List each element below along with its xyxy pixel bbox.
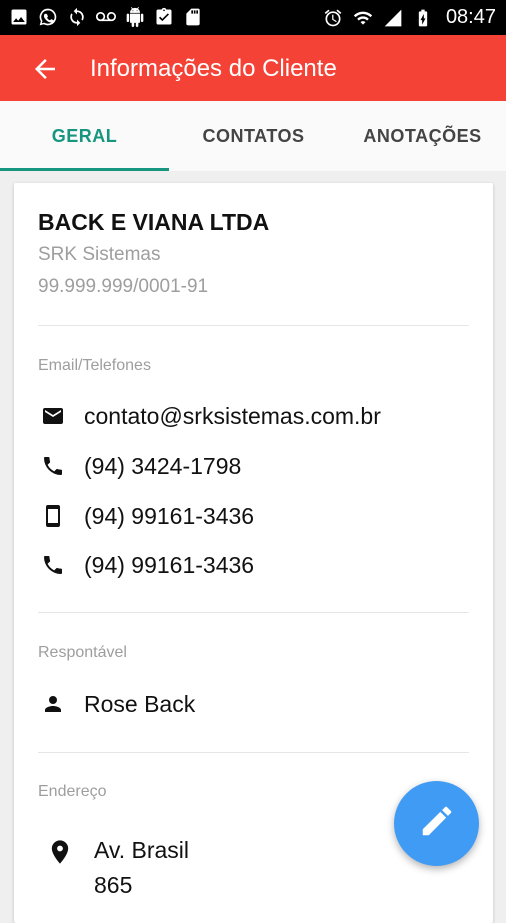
whatsapp-icon bbox=[37, 6, 59, 28]
address-line-1: Av. Brasil bbox=[94, 837, 190, 863]
address-line-2: 865 bbox=[94, 872, 133, 898]
section-label-contacts: Email/Telefones bbox=[38, 357, 151, 374]
tab-anotacoes[interactable]: ANOTAÇÕES bbox=[338, 101, 506, 171]
image-icon bbox=[8, 6, 30, 28]
contact-phone[interactable]: (94) 99161-3436 bbox=[38, 550, 254, 580]
email-icon bbox=[38, 401, 68, 431]
section-label-address: Endereço bbox=[38, 783, 107, 800]
sdcard-icon bbox=[182, 6, 204, 28]
tab-geral[interactable]: GERAL bbox=[0, 101, 169, 171]
contact-value: contato@srksistemas.com.br bbox=[84, 402, 381, 429]
alarm-icon bbox=[322, 7, 344, 29]
app-bar: Informações do Cliente bbox=[0, 35, 506, 101]
status-bar: 08:47 bbox=[0, 0, 506, 35]
tab-contatos[interactable]: CONTATOS bbox=[169, 101, 338, 171]
signal-icon bbox=[382, 7, 404, 29]
client-name: BACK E VIANA LTDA bbox=[38, 209, 270, 235]
client-cnpj: 99.999.999/0001-91 bbox=[38, 276, 209, 297]
client-company: SRK Sistemas bbox=[38, 244, 161, 265]
contact-value: (94) 3424-1798 bbox=[84, 452, 242, 479]
voicemail-icon bbox=[95, 6, 117, 28]
phone-icon bbox=[38, 451, 68, 481]
contact-value: (94) 99161-3436 bbox=[84, 551, 255, 578]
person-icon bbox=[38, 689, 68, 719]
responsible-name: Rose Back bbox=[84, 690, 196, 717]
edit-icon bbox=[418, 802, 456, 845]
divider bbox=[38, 752, 469, 753]
sync-icon bbox=[66, 6, 88, 28]
page-title: Informações do Cliente bbox=[90, 55, 337, 82]
edit-button[interactable] bbox=[394, 781, 479, 866]
battery-charging-icon bbox=[412, 7, 434, 29]
wifi-icon bbox=[352, 7, 374, 29]
tab-indicator bbox=[0, 168, 169, 171]
contact-phone[interactable]: (94) 3424-1798 bbox=[38, 451, 241, 481]
divider bbox=[38, 325, 469, 326]
clock: 08:47 bbox=[445, 6, 496, 28]
section-label-responsible: Respontável bbox=[38, 644, 127, 661]
tab-bar: GERAL CONTATOS ANOTAÇÕES bbox=[0, 101, 506, 171]
clipboard-icon bbox=[153, 6, 175, 28]
location-pin-icon bbox=[46, 838, 76, 868]
responsible-person[interactable]: Rose Back bbox=[38, 689, 195, 719]
back-arrow-icon[interactable] bbox=[30, 54, 60, 84]
android-icon bbox=[124, 6, 146, 28]
contact-value: (94) 99161-3436 bbox=[84, 502, 255, 529]
divider bbox=[38, 612, 469, 613]
contact-mobile[interactable]: (94) 99161-3436 bbox=[38, 501, 254, 531]
phone-icon bbox=[38, 550, 68, 580]
contact-email[interactable]: contato@srksistemas.com.br bbox=[38, 401, 381, 431]
mobile-icon bbox=[38, 501, 68, 531]
